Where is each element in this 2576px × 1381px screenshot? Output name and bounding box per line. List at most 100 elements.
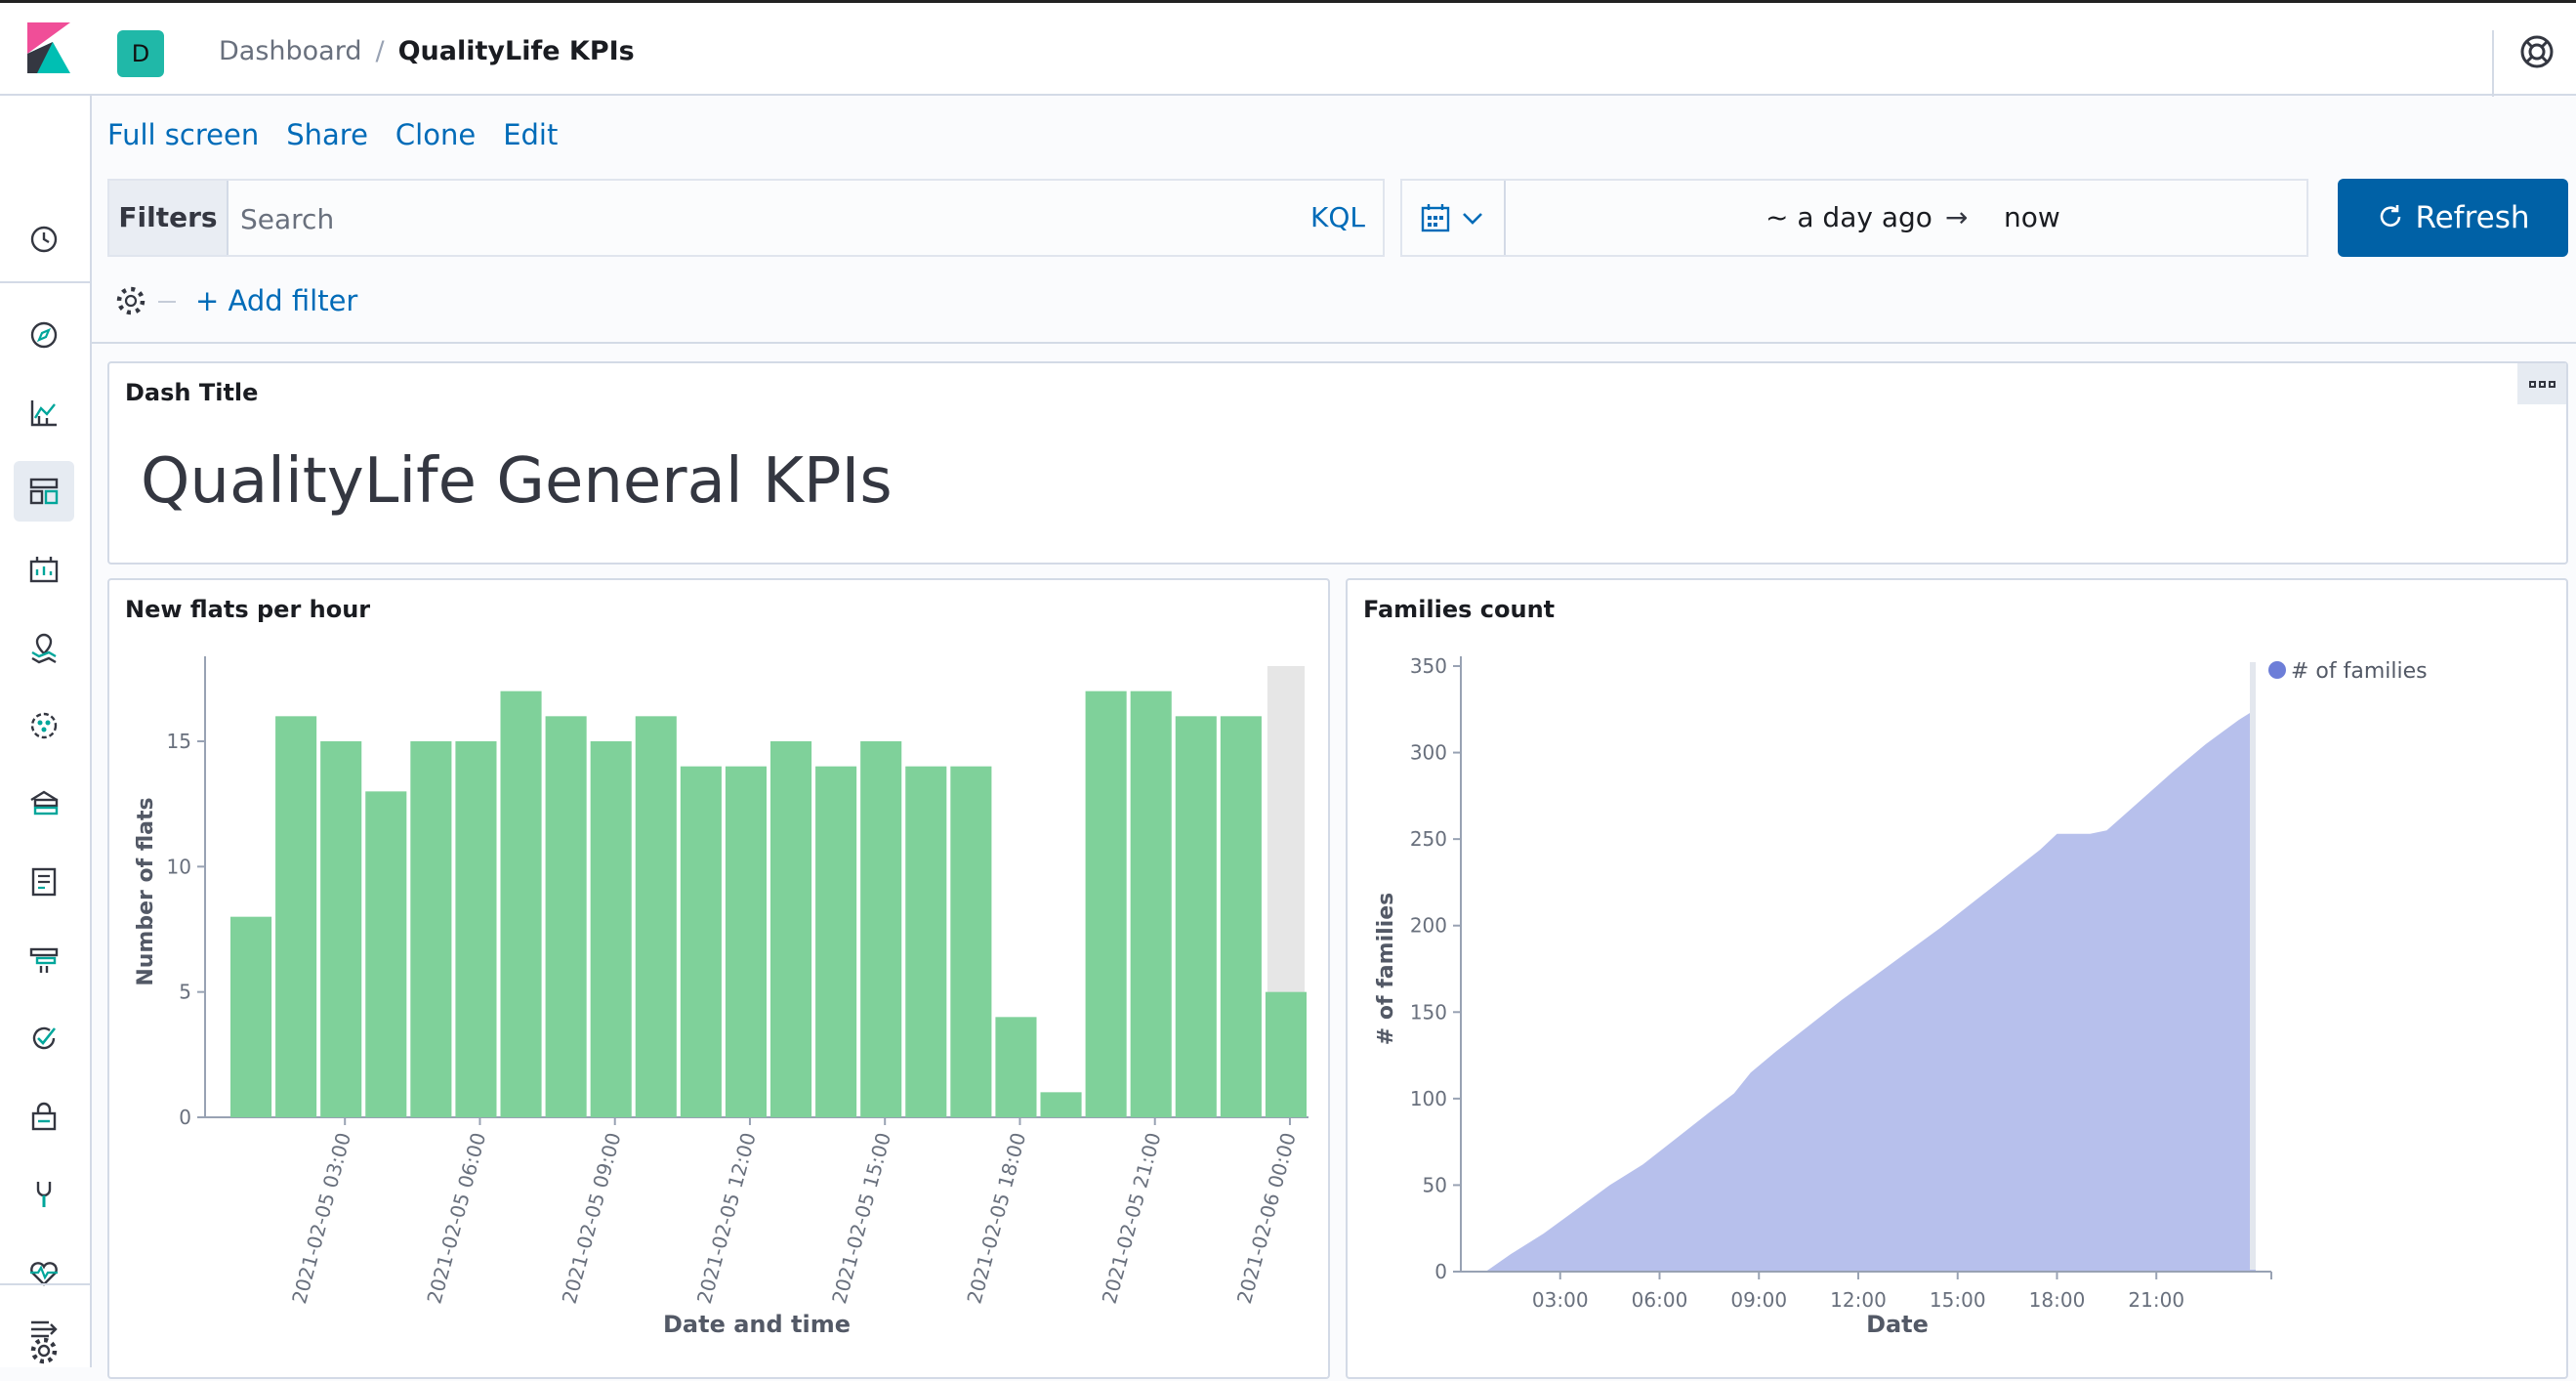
breadcrumb-current-page: QualityLife KPIs [397,36,635,66]
bar [275,716,317,1117]
visualize-icon [30,400,57,427]
bar [1085,690,1127,1117]
y-axis-title: # of families [1374,893,1398,1045]
panel-title: Dash Title [125,379,259,406]
x-tick-label: 2021-02-05 03:00 [287,1130,355,1306]
dot-icon [2538,380,2546,388]
siem-icon [31,1102,57,1131]
start-date-button[interactable]: ~ a day ago [1766,181,1932,255]
x-tick-label: 2021-02-05 12:00 [692,1130,761,1306]
bar [320,741,362,1117]
families-count-panel: Families count 0 50 100 150 200 250 300 350 03:0… [1346,578,2568,1379]
x-axis-title: Date [1866,1311,1929,1338]
y-tick-label: 50 [1423,1173,1447,1196]
help-icon[interactable] [2517,32,2556,71]
y-axis-title: Number of flats [134,797,158,985]
bar [590,741,632,1117]
x-tick-label: 09:00 [1730,1288,1787,1312]
dot-icon [2528,380,2536,388]
nav-apm[interactable] [14,930,74,990]
bar [545,716,587,1117]
quick-select-button[interactable] [1402,181,1506,255]
x-tick-label: 2021-02-06 00:00 [1232,1130,1301,1306]
nav-logs[interactable] [14,852,74,912]
panel-options-button[interactable] [2517,363,2566,404]
y-tick-label: 0 [1434,1260,1447,1283]
nav-infrastructure[interactable] [14,774,74,834]
nav-canvas[interactable] [14,539,74,600]
bar [770,741,812,1117]
nav-visualize[interactable] [14,383,74,443]
bar [905,766,947,1117]
nav-dev-tools[interactable] [14,1164,74,1225]
kql-toggle[interactable]: KQL [1310,181,1365,255]
x-tick-label: 12:00 [1830,1288,1887,1312]
search-input[interactable] [238,188,1238,249]
bar [815,766,857,1117]
dot-icon [2548,380,2555,388]
bar [1040,1092,1082,1117]
side-nav [0,96,92,1367]
dashboard-heading: QualityLife General KPIs [141,445,893,518]
nav-machine-learning[interactable] [14,695,74,756]
edit-link[interactable]: Edit [503,118,558,151]
bar [410,741,452,1117]
infrastructure-icon [30,790,59,816]
kibana-logo[interactable] [27,22,70,73]
space-avatar[interactable]: D [117,30,164,77]
nav-discover[interactable] [14,305,74,365]
nav-siem[interactable] [14,1086,74,1147]
nav-collapse-menu[interactable] [14,1299,74,1360]
y-tick-label: 5 [179,981,191,1004]
dash-title-panel: Dash Title QualityLife General KPIs [107,361,2568,565]
nav-maps[interactable] [14,617,74,678]
y-tick-label: 100 [1410,1087,1447,1110]
nav-recently-viewed[interactable] [14,209,74,270]
dev-tools-icon [36,1182,52,1207]
bar [1265,991,1307,1117]
legend-label: # of families [2291,659,2428,684]
refresh-button[interactable]: Refresh [2338,179,2568,257]
bar [1220,716,1262,1117]
new-flats-bar-chart: 0 5 10 15 2021-02-05 03:00 2021-02-05 06:00 20… [134,656,1309,1338]
x-tick-label: 2021-02-05 15:00 [827,1130,895,1306]
y-tick-label: 150 [1410,1000,1447,1024]
machine-learning-icon [30,712,58,739]
x-tick-label: 2021-02-05 06:00 [422,1130,490,1306]
breadcrumb-separator: / [375,36,385,66]
uptime-icon [32,1026,57,1050]
bar [950,766,992,1117]
apm-icon [29,947,59,973]
families-area-chart: 0 50 100 150 200 250 300 350 03:00 06:00 09:00 12:0… [1374,654,2428,1338]
nav-uptime[interactable] [14,1008,74,1068]
bar [995,1017,1037,1117]
dashboard-actions: Full screen Share Clone Edit [107,115,585,154]
date-picker: ~ a day ago → now [1400,179,2308,257]
collapse-menu-icon [31,1320,58,1338]
share-link[interactable]: Share [286,118,368,151]
x-tick-label: 03:00 [1532,1288,1589,1312]
logs-icon [31,867,57,897]
dashboard-icon [29,478,59,505]
clone-link[interactable]: Clone [395,118,476,151]
full-screen-link[interactable]: Full screen [107,118,259,151]
bar [725,766,767,1117]
bar [365,791,407,1117]
bar [860,741,902,1117]
y-tick-label: 15 [167,730,191,753]
nav-separator [0,1283,90,1285]
end-date-button[interactable]: now [2004,181,2060,255]
breadcrumb-dashboard-link[interactable]: Dashboard [219,36,361,66]
nav-dashboard[interactable] [14,461,74,522]
bar [500,690,542,1117]
filter-divider [158,301,176,303]
y-tick-label: 200 [1410,914,1447,938]
x-tick-label: 18:00 [2029,1288,2086,1312]
nav-stack-monitoring[interactable] [14,1242,74,1303]
nav-separator [0,281,90,283]
add-filter-button[interactable]: + Add filter [195,281,357,320]
recently-viewed-icon [30,226,58,253]
filter-options-gear-icon[interactable] [113,283,148,318]
legend-divider [2250,662,2256,1270]
bar [230,916,272,1117]
